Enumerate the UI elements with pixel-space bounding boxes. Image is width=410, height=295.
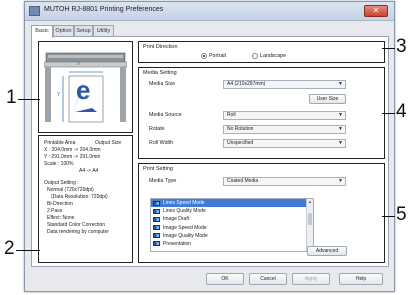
user-size-button[interactable]: User Size	[309, 94, 346, 104]
print-direction-info: Bi-Direction	[47, 201, 73, 207]
media-type-label: Media Type	[149, 178, 177, 184]
chevron-down-icon: ▼	[338, 112, 343, 118]
callout-5: 5	[396, 204, 407, 225]
media-size-select[interactable]: A4 (210x297mm) ▼	[223, 80, 346, 89]
print-mode-icon	[153, 233, 160, 239]
list-item[interactable]: Presentation	[151, 240, 313, 248]
list-item[interactable]: Lines Speed Mode	[151, 199, 313, 208]
print-setting-group: Print Setting Media Type Coated Media ▼ …	[138, 163, 385, 263]
y-size-row: Y : 291.0mm -> 291.0mm	[44, 154, 101, 160]
chevron-down-icon: ▼	[338, 126, 343, 132]
chevron-down-icon: ▼	[338, 81, 343, 87]
output-size-label: Output Size	[95, 140, 122, 146]
x-size-row: X : 204.0mm -> 204.0mm	[44, 147, 101, 153]
pass-count: 2 Pass	[47, 208, 63, 214]
print-mode-icon	[153, 216, 160, 222]
print-info-group: Printable Area Output Size X : 204.0mm -…	[38, 135, 133, 263]
portrait-label[interactable]: Portrait	[209, 53, 226, 59]
printer-preview-group: X Y e	[38, 41, 133, 133]
roll-width-label: Roll Width	[149, 140, 174, 146]
roll-width-value: Unspecified	[227, 140, 254, 146]
printable-area-label: Printable Area	[44, 140, 76, 146]
basic-tab-panel: X Y e Printable Area Output Size X : 204…	[31, 36, 389, 267]
media-size-value: A4 (210x297mm)	[227, 81, 266, 87]
dimension-y-label: Y	[57, 92, 61, 98]
print-setting-title: Print Setting	[143, 166, 173, 172]
printing-preferences-window: MUTOH RJ-8801 Printing Preferences ✕ Bas…	[24, 1, 395, 292]
media-type-value: Coated Media	[227, 178, 259, 184]
print-mode-list[interactable]: Lines Speed Mode Lines Quality Mode Imag…	[150, 198, 314, 252]
callout-4-leader	[382, 113, 395, 115]
chevron-down-icon: ▼	[338, 178, 343, 184]
list-item[interactable]: Image Quality Mode	[151, 232, 313, 240]
output-setting-label: Output Setting :	[44, 180, 79, 186]
print-orientation-preview-icon: e	[76, 75, 91, 105]
close-button[interactable]: ✕	[364, 5, 388, 17]
advanced-button[interactable]: Advanced	[307, 246, 347, 256]
cancel-button[interactable]: Cancel	[249, 273, 287, 285]
rotate-label: Rotate	[149, 126, 165, 132]
callout-4: 4	[396, 101, 407, 122]
roll-width-select[interactable]: Unspecified ▼	[223, 139, 346, 148]
color-correction-info: Standard Color Correction	[47, 222, 106, 228]
tab-basic[interactable]: Basic	[31, 25, 53, 38]
media-setting-title: Media Setting	[143, 70, 177, 76]
resolution-mode: Normal (720x720dpi)	[47, 187, 94, 193]
portrait-radio[interactable]	[201, 53, 207, 59]
media-setting-group: Media Setting Media Size A4 (210x297mm) …	[138, 67, 385, 159]
effect-info: Effect: None	[47, 215, 75, 221]
rotate-value: No Rotation	[227, 126, 254, 132]
title-bar[interactable]: MUTOH RJ-8801 Printing Preferences ✕	[25, 2, 394, 21]
media-type-select[interactable]: Coated Media ▼	[223, 177, 346, 186]
media-source-value: Roll	[227, 112, 236, 118]
print-direction-title: Print Direction	[143, 44, 178, 50]
callout-3: 3	[396, 36, 407, 57]
print-mode-icon	[153, 200, 160, 206]
callout-2: 2	[4, 238, 15, 259]
media-source-label: Media Source	[149, 112, 182, 118]
chevron-down-icon: ▼	[338, 140, 343, 146]
media-size-label: Media Size	[149, 81, 176, 87]
data-resolution: (Data Resolution: 720dpi)	[51, 194, 108, 200]
print-direction-group: Print Direction Portrait Landscape	[138, 41, 385, 63]
paper-size-map: A4 -> A4	[79, 168, 99, 174]
media-source-select[interactable]: Roll ▼	[223, 111, 346, 120]
list-item[interactable]: Image Speed Mode	[151, 224, 313, 232]
callout-3-leader	[382, 48, 395, 50]
print-mode-icon	[153, 208, 160, 214]
data-rendering-info: Data rendering by computer	[47, 229, 109, 235]
rotate-select[interactable]: No Rotation ▼	[223, 125, 346, 134]
ok-button[interactable]: OK	[206, 273, 244, 285]
dimension-x-label: X	[77, 61, 81, 67]
landscape-radio[interactable]	[252, 53, 258, 59]
scale-value: Scale : 100%	[44, 161, 74, 167]
callout-2-leader	[16, 250, 40, 252]
help-button[interactable]: Help	[339, 273, 383, 285]
callout-1-leader	[18, 99, 40, 101]
scroll-thumb[interactable]	[308, 213, 312, 225]
printer-app-icon	[29, 6, 40, 16]
window-title: MUTOH RJ-8801 Printing Preferences	[44, 6, 164, 13]
list-scrollbar[interactable]: ▲ ▼	[306, 199, 313, 251]
list-item[interactable]: Image Draft	[151, 215, 313, 223]
apply-button[interactable]: Apply	[292, 273, 330, 285]
print-mode-icon	[153, 241, 160, 247]
callout-5-leader	[382, 216, 395, 218]
scroll-up-icon[interactable]: ▲	[307, 199, 313, 205]
print-mode-icon	[153, 225, 160, 231]
landscape-label[interactable]: Landscape	[260, 53, 286, 59]
callout-1: 1	[6, 87, 17, 108]
list-item[interactable]: Lines Quality Mode	[151, 207, 313, 215]
